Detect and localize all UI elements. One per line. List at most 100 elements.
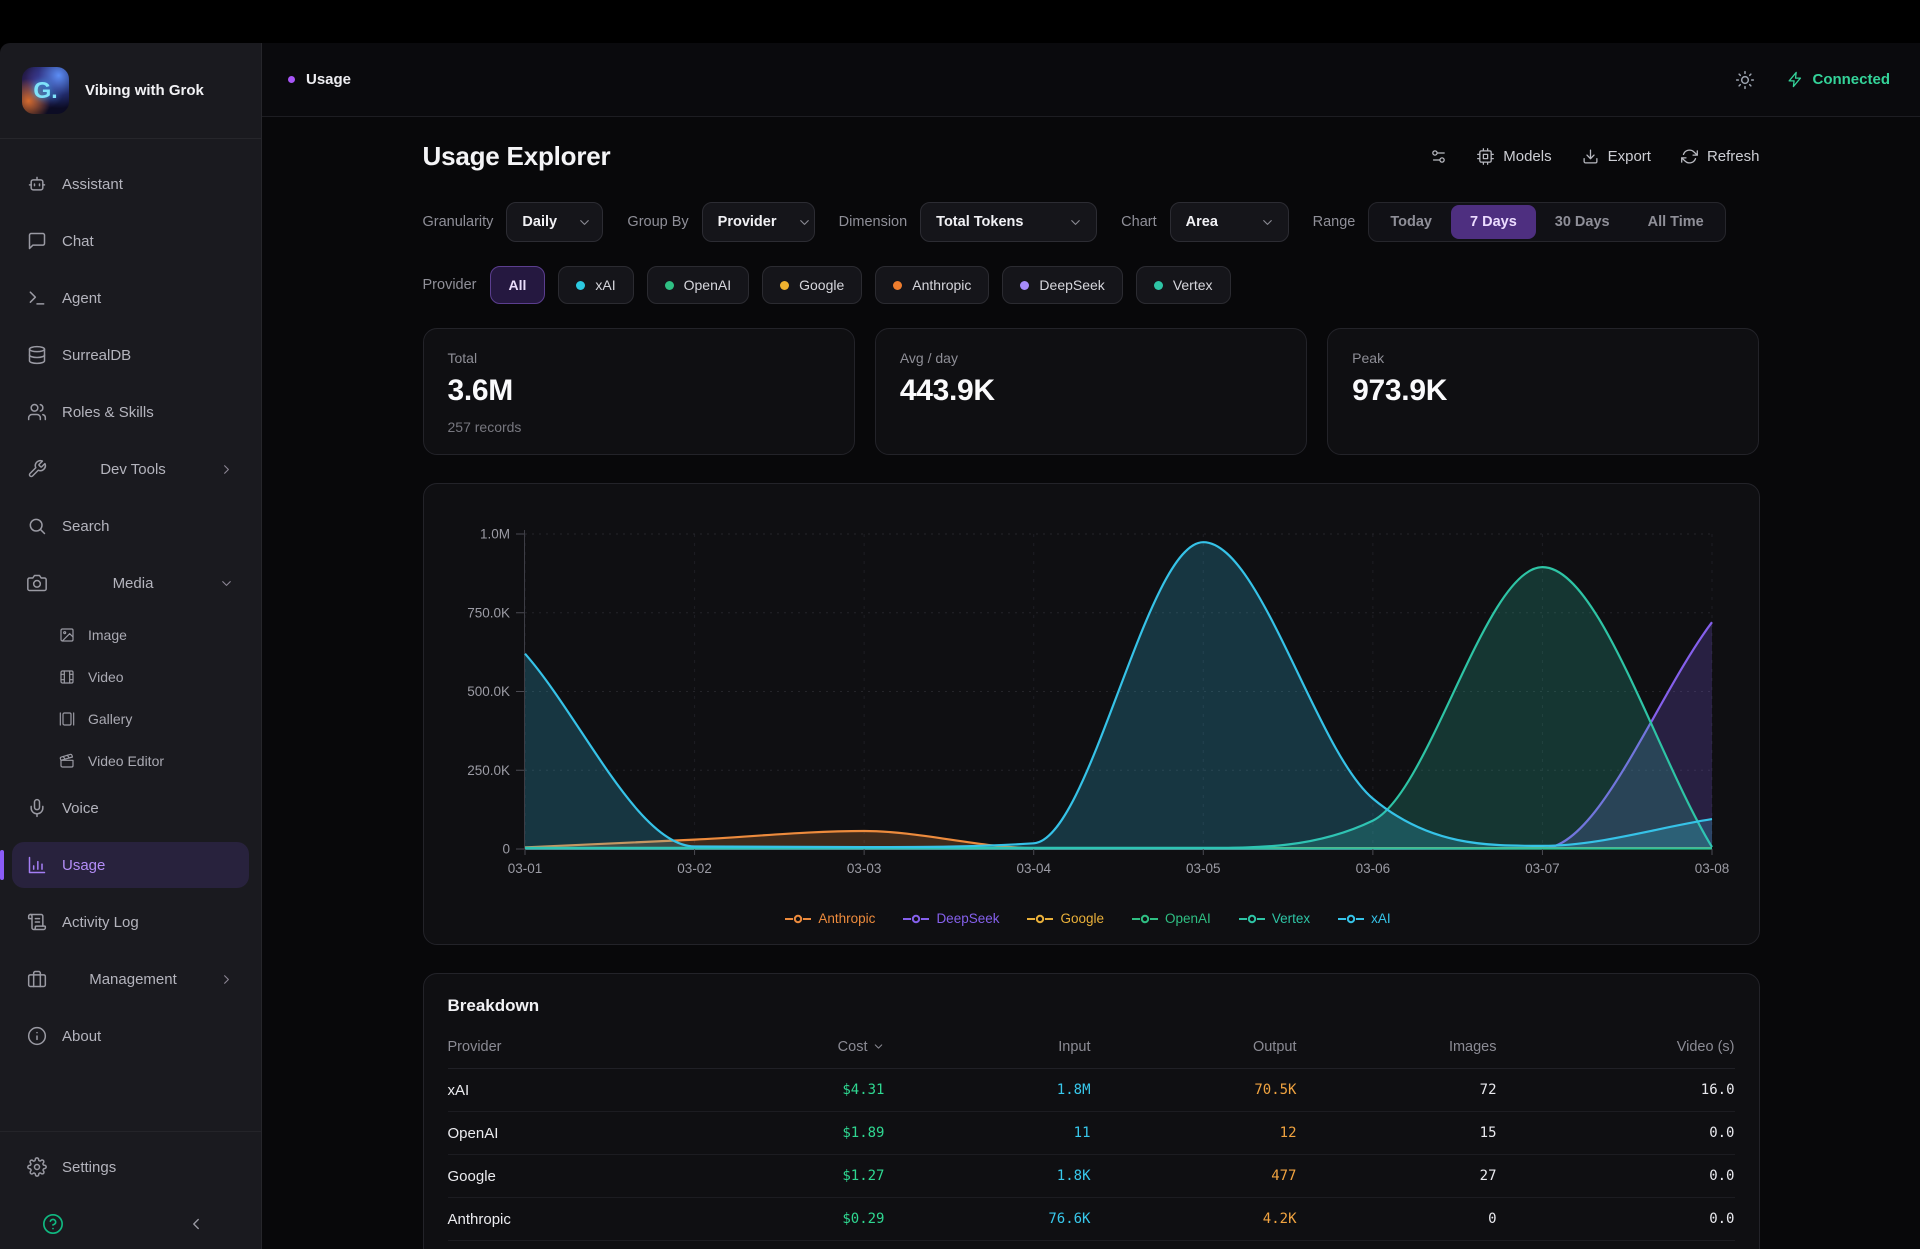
legend-marker-icon bbox=[1027, 914, 1053, 924]
cpu-icon bbox=[1477, 148, 1494, 165]
provider-chip-google[interactable]: Google bbox=[762, 266, 862, 304]
legend-item-vertex[interactable]: Vertex bbox=[1239, 911, 1310, 926]
provider-chip-vertex[interactable]: Vertex bbox=[1136, 266, 1231, 304]
svg-text:1.0M: 1.0M bbox=[479, 527, 509, 542]
stat-label: Peak bbox=[1352, 350, 1734, 366]
cell-cost: $0.29 bbox=[685, 1198, 885, 1241]
breakdown-row-google: Google$1.271.8K477270.0 bbox=[448, 1155, 1735, 1198]
chevron-down-icon bbox=[577, 215, 592, 230]
sidebar-footer: Settings bbox=[0, 1131, 261, 1249]
sidebar-item-activity-log[interactable]: Activity Log bbox=[12, 899, 249, 945]
stat-card-total: Total 3.6M 257 records bbox=[423, 328, 855, 455]
provider-chip-all[interactable]: All bbox=[490, 266, 546, 304]
sidebar-item-assistant[interactable]: Assistant bbox=[12, 161, 249, 207]
svg-text:03-03: 03-03 bbox=[846, 861, 881, 876]
refresh-button[interactable]: Refresh bbox=[1681, 148, 1760, 165]
zap-icon bbox=[1787, 71, 1804, 88]
svg-text:250.0K: 250.0K bbox=[467, 763, 510, 778]
svg-text:03-04: 03-04 bbox=[1016, 861, 1051, 876]
cell-video: 16.0 bbox=[1497, 1069, 1735, 1112]
cell-images: 0 bbox=[1297, 1198, 1497, 1241]
provider-color-dot bbox=[780, 281, 789, 290]
legend-item-anthropic[interactable]: Anthropic bbox=[785, 911, 875, 926]
sidebar-item-agent[interactable]: Agent bbox=[12, 275, 249, 321]
provider-chip-anthropic[interactable]: Anthropic bbox=[875, 266, 989, 304]
sidebar-item-chat[interactable]: Chat bbox=[12, 218, 249, 264]
sidebar-item-roles-skills[interactable]: Roles & Skills bbox=[12, 389, 249, 435]
legend-marker-icon bbox=[1338, 914, 1364, 924]
sidebar-item-video[interactable]: Video bbox=[12, 659, 249, 695]
wrench-icon bbox=[27, 459, 47, 479]
sidebar-item-video-editor[interactable]: Video Editor bbox=[12, 743, 249, 779]
sidebar-item-management[interactable]: Management bbox=[12, 956, 249, 1002]
groupby-select[interactable]: Provider bbox=[702, 202, 815, 242]
cell-video: 0.0 bbox=[1497, 1112, 1735, 1155]
models-button[interactable]: Models bbox=[1477, 148, 1551, 165]
sidebar-item-dev-tools[interactable]: Dev Tools bbox=[12, 446, 249, 492]
provider-chip-xai[interactable]: xAI bbox=[558, 266, 633, 304]
cell-provider: Google bbox=[448, 1155, 685, 1198]
cell-images: 72 bbox=[1297, 1069, 1497, 1112]
provider-filter-label: Provider bbox=[423, 277, 477, 293]
collapse-sidebar-icon[interactable] bbox=[187, 1215, 205, 1233]
help-icon[interactable] bbox=[42, 1213, 64, 1235]
range-option-7-days[interactable]: 7 Days bbox=[1451, 205, 1536, 239]
cell-output: 70.5K bbox=[1091, 1069, 1297, 1112]
export-button[interactable]: Export bbox=[1582, 148, 1651, 165]
sidebar-item-usage[interactable]: Usage bbox=[12, 842, 249, 888]
sidebar-item-image[interactable]: Image bbox=[12, 617, 249, 653]
sidebar-item-label: Roles & Skills bbox=[62, 404, 154, 421]
legend-item-deepseek[interactable]: DeepSeek bbox=[903, 911, 999, 926]
chart-type-select[interactable]: Area bbox=[1170, 202, 1289, 242]
chart-settings-button[interactable] bbox=[1430, 148, 1447, 165]
bot-icon bbox=[27, 174, 47, 194]
sidebar-item-gallery[interactable]: Gallery bbox=[12, 701, 249, 737]
groupby-label: Group By bbox=[627, 214, 688, 230]
search-icon bbox=[27, 516, 47, 536]
cell-provider: Anthropic bbox=[448, 1198, 685, 1241]
sidebar-item-voice[interactable]: Voice bbox=[12, 785, 249, 831]
sidebar-item-search[interactable]: Search bbox=[12, 503, 249, 549]
range-option-30-days[interactable]: 30 Days bbox=[1536, 205, 1629, 239]
svg-text:03-01: 03-01 bbox=[507, 861, 542, 876]
sidebar-item-label: Assistant bbox=[62, 176, 123, 193]
sidebar-item-about[interactable]: About bbox=[12, 1013, 249, 1059]
stat-value: 973.9K bbox=[1352, 374, 1734, 408]
users-icon bbox=[27, 402, 47, 422]
legend-item-openai[interactable]: OpenAI bbox=[1132, 911, 1211, 926]
svg-text:03-05: 03-05 bbox=[1186, 861, 1221, 876]
legend-item-google[interactable]: Google bbox=[1027, 911, 1104, 926]
theme-toggle-sun-icon[interactable] bbox=[1735, 70, 1755, 90]
sidebar-item-surrealdb[interactable]: SurrealDB bbox=[12, 332, 249, 378]
dimension-select[interactable]: Total Tokens bbox=[920, 202, 1097, 242]
legend-item-xai[interactable]: xAI bbox=[1338, 911, 1391, 926]
sidebar-item-label: Search bbox=[62, 518, 110, 535]
col-header-output: Output bbox=[1091, 1033, 1297, 1069]
scroll-icon bbox=[27, 912, 47, 932]
database-icon bbox=[27, 345, 47, 365]
svg-text:500.0K: 500.0K bbox=[467, 684, 510, 699]
provider-chip-openai[interactable]: OpenAI bbox=[647, 266, 749, 304]
chevron-down-icon bbox=[797, 215, 812, 230]
svg-text:03-07: 03-07 bbox=[1525, 861, 1560, 876]
sidebar-item-label: Agent bbox=[62, 290, 101, 307]
sidebar-item-label: Gallery bbox=[88, 711, 132, 727]
sidebar-item-label: Image bbox=[88, 627, 127, 643]
mic-icon bbox=[27, 798, 47, 818]
topbar: Usage Connected bbox=[262, 43, 1920, 117]
provider-color-dot bbox=[665, 281, 674, 290]
app-logo: G. bbox=[22, 67, 69, 114]
provider-color-dot bbox=[1020, 281, 1029, 290]
sidebar-item-media[interactable]: Media bbox=[12, 560, 249, 606]
sidebar-item-label: Management bbox=[89, 971, 177, 988]
range-option-today[interactable]: Today bbox=[1371, 205, 1451, 239]
col-header-cost-sort[interactable]: Cost bbox=[685, 1033, 885, 1069]
cell-input: 1.8M bbox=[885, 1069, 1091, 1112]
range-option-all-time[interactable]: All Time bbox=[1629, 205, 1723, 239]
granularity-select[interactable]: Daily bbox=[506, 202, 603, 242]
provider-chip-deepseek[interactable]: DeepSeek bbox=[1002, 266, 1122, 304]
sidebar-item-label: About bbox=[62, 1028, 101, 1045]
sidebar-item-settings[interactable]: Settings bbox=[12, 1144, 249, 1190]
breakdown-row-anthropic: Anthropic$0.2976.6K4.2K00.0 bbox=[448, 1198, 1735, 1241]
stat-value: 3.6M bbox=[448, 374, 830, 408]
